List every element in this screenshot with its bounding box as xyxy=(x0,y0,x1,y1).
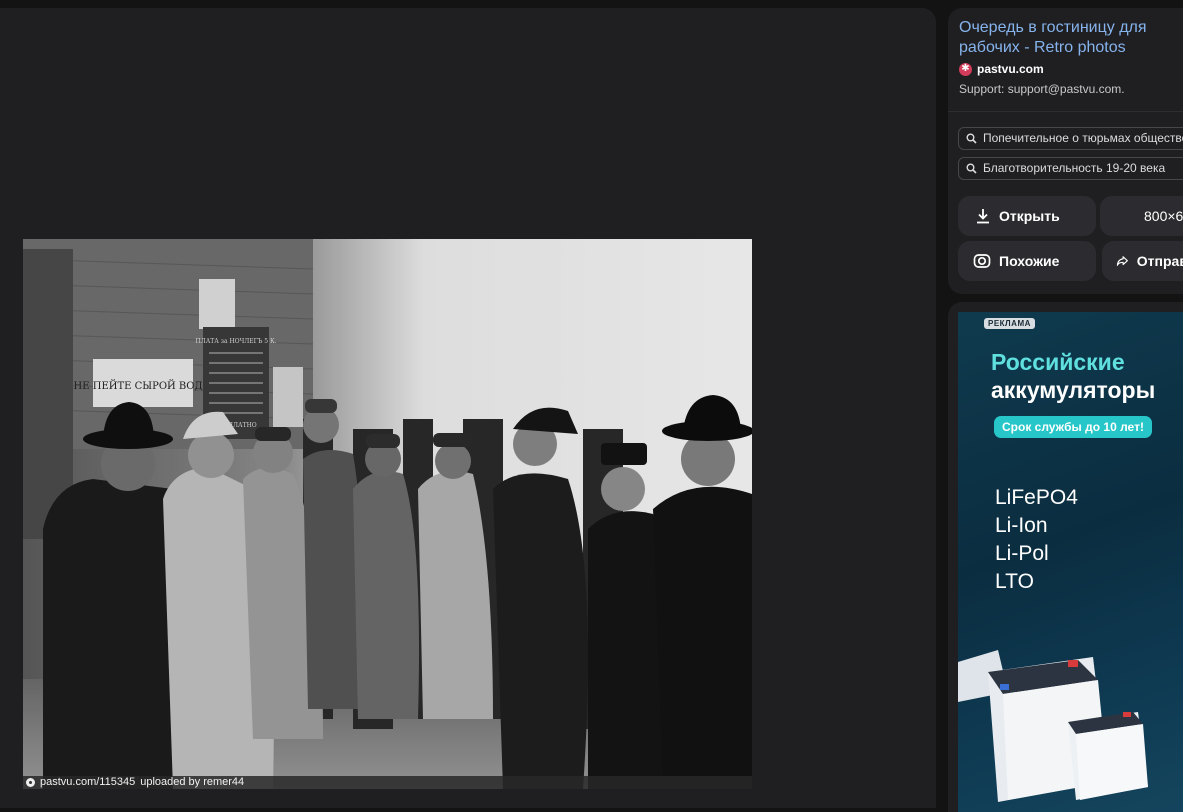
ad-container: РЕКЛАМА Российские аккумуляторы Срок слу… xyxy=(948,302,1183,812)
battery-type-list: LiFePO4 Li-Ion Li-Pol LTO xyxy=(995,484,1078,596)
image-viewer: НЕ ПЕЙТЕ СЫРОЙ ВОДЫ ПЛАТА за НОЧЛЕГЪ 5 К… xyxy=(0,8,936,808)
similar-button[interactable]: Похожие xyxy=(958,241,1096,281)
pastvu-favicon-icon xyxy=(959,62,972,76)
image-size-button[interactable]: 800×600 xyxy=(1100,196,1183,236)
battery-type-item: LiFePO4 xyxy=(995,486,1078,509)
search-tag-1[interactable]: Попечительное о тюрьмах общество xyxy=(958,127,1183,150)
search-icon xyxy=(966,163,977,174)
search-tag-label: Благотворительность 19-20 века xyxy=(983,161,1166,175)
camera-icon xyxy=(26,778,35,787)
source-site-link[interactable]: pastvu.com xyxy=(959,62,1044,76)
share-button[interactable]: Отправить xyxy=(1102,241,1183,281)
caption-uploader: uploaded by remer44 xyxy=(140,776,245,788)
similar-button-label: Похожие xyxy=(999,253,1060,269)
lens-camera-icon xyxy=(973,254,991,268)
open-button-label: Открыть xyxy=(999,208,1060,224)
share-arrow-icon xyxy=(1116,256,1128,266)
panel-divider xyxy=(948,111,1183,112)
image-title-link[interactable]: Очередь в гостиницу для рабочих - Retro … xyxy=(959,18,1183,58)
search-tag-label: Попечительное о тюрьмах общество xyxy=(983,131,1183,145)
photo-caption: pastvu.com/115345 uploaded by remer44 xyxy=(23,776,752,789)
battery-ad-banner[interactable]: РЕКЛАМА Российские аккумуляторы Срок слу… xyxy=(958,312,1183,812)
historic-photo: НЕ ПЕЙТЕ СЫРОЙ ВОДЫ ПЛАТА за НОЧЛЕГЪ 5 К… xyxy=(23,239,752,789)
share-button-label: Отправить xyxy=(1136,253,1183,269)
image-size-label: 800×600 xyxy=(1144,208,1183,224)
ad-headline-line2: аккумуляторы xyxy=(991,377,1156,403)
battery-product-image xyxy=(958,650,1148,802)
open-button[interactable]: Открыть xyxy=(958,196,1096,236)
battery-type-item: Li-Ion xyxy=(995,514,1048,537)
search-icon xyxy=(966,133,977,144)
battery-type-item: Li-Pol xyxy=(995,542,1049,565)
ad-headline: Российские аккумуляторы xyxy=(991,348,1155,404)
support-text: Support: support@pastvu.com. xyxy=(959,82,1125,96)
battery-type-item: LTO xyxy=(995,570,1034,593)
source-site-label: pastvu.com xyxy=(977,62,1044,76)
download-icon xyxy=(977,209,989,224)
ad-badge: РЕКЛАМА xyxy=(984,318,1035,329)
image-details-panel: Очередь в гостиницу для рабочих - Retro … xyxy=(948,8,1183,294)
caption-source-link[interactable]: pastvu.com/115345 xyxy=(40,776,135,789)
ad-headline-line1: Российские xyxy=(991,349,1125,375)
main-photo[interactable]: НЕ ПЕЙТЕ СЫРОЙ ВОДЫ ПЛАТА за НОЧЛЕГЪ 5 К… xyxy=(23,239,752,789)
search-tag-2[interactable]: Благотворительность 19-20 века xyxy=(958,157,1183,180)
ad-lifetime-pill: Срок службы до 10 лет! xyxy=(994,416,1152,438)
